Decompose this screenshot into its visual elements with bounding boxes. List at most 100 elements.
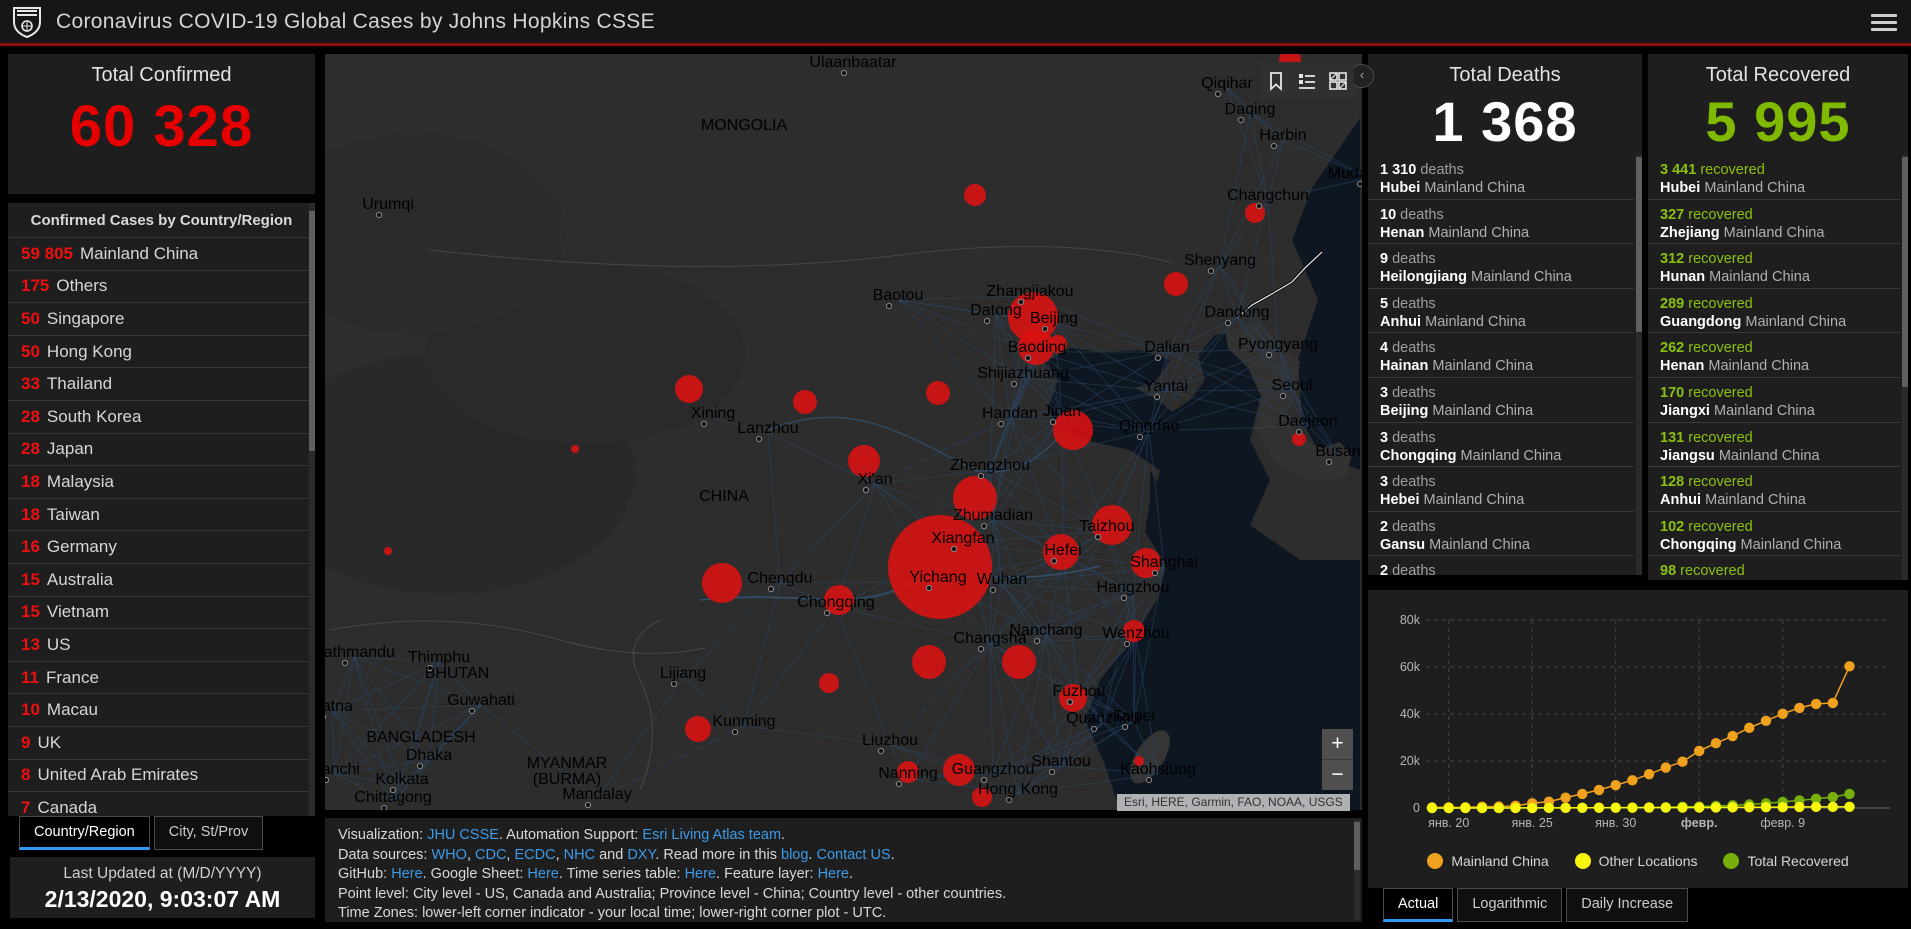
footer-link[interactable]: Here [391, 866, 422, 882]
footer-link[interactable]: WHO [432, 847, 467, 863]
footer-scrollbar[interactable] [1354, 820, 1360, 920]
footer-link[interactable]: Contact US [816, 847, 890, 863]
header: Coronavirus COVID-19 Global Cases by Joh… [0, 0, 1911, 46]
map-zoom-in-button[interactable]: + [1322, 729, 1353, 760]
map-label: Xiangfan [931, 530, 994, 547]
list-item[interactable]: 1 310 deaths Hubei Mainland China [1368, 155, 1634, 200]
footer-link[interactable]: Here [685, 866, 716, 882]
list-item[interactable]: 2 deaths Gansu Mainland China [1368, 512, 1634, 557]
case-bubble [819, 673, 839, 693]
map-label: Changchun [1227, 187, 1309, 204]
map-label: Lijiang [660, 665, 706, 682]
confirmed-row[interactable]: 33 Thailand [8, 367, 315, 400]
confirmed-row[interactable]: 15 Vietnam [8, 596, 315, 629]
map-zoom-out-button[interactable]: − [1322, 760, 1353, 790]
data-point [1694, 802, 1704, 812]
legend-item[interactable]: Total Recovered [1723, 853, 1848, 869]
footer-link[interactable]: Esri Living Atlas team [642, 827, 781, 843]
confirmed-row[interactable]: 13 US [8, 628, 315, 661]
map[interactable]: UlaanbaatarMONGOLIAUrumqiQiqiharDaqingHa… [325, 54, 1362, 810]
confirmed-cases-list-panel: Confirmed Cases by Country/Region 59 805… [8, 203, 315, 816]
list-item[interactable]: 5 deaths Anhui Mainland China [1368, 289, 1634, 334]
list-item[interactable]: 3 deaths Hebei Mainland China [1368, 467, 1634, 512]
confirmed-row[interactable]: 18 Malaysia [8, 465, 315, 498]
data-point [1828, 802, 1838, 812]
footer-link[interactable]: JHU CSSE [427, 827, 499, 843]
list-item[interactable]: 10 deaths Henan Mainland China [1368, 200, 1634, 245]
confirmed-list-title: Confirmed Cases by Country/Region [8, 203, 315, 237]
list-item[interactable]: 9 deaths Heilongjiang Mainland China [1368, 244, 1634, 289]
tab-city-st-prov[interactable]: City, St/Prov [154, 816, 264, 850]
list-item[interactable]: 3 deaths Beijing Mainland China [1368, 378, 1634, 423]
confirmed-row[interactable]: 59 805 Mainland China [8, 237, 315, 270]
confirmed-row[interactable]: 7 Canada [8, 791, 315, 816]
list-item[interactable]: 4 deaths Hainan Mainland China [1368, 333, 1634, 378]
list-item[interactable]: 128 recovered Anhui Mainland China [1648, 467, 1900, 512]
confirmed-row[interactable]: 8 United Arab Emirates [8, 759, 315, 792]
confirmed-row[interactable]: 15 Australia [8, 563, 315, 596]
confirmed-row[interactable]: 28 Japan [8, 433, 315, 466]
data-point [1811, 699, 1821, 709]
list-item[interactable]: 312 recovered Hunan Mainland China [1648, 244, 1900, 289]
data-point [1611, 780, 1621, 790]
svg-text:янв. 25: янв. 25 [1512, 816, 1553, 830]
svg-text:0: 0 [1413, 801, 1420, 815]
confirmed-row[interactable]: 18 Taiwan [8, 498, 315, 531]
data-point [1577, 789, 1587, 799]
legend-item[interactable]: Mainland China [1427, 853, 1548, 869]
confirmed-row[interactable]: 28 South Korea [8, 400, 315, 433]
deaths-list: 1 310 deaths Hubei Mainland China 10 dea… [1368, 155, 1634, 575]
footer-link[interactable]: ECDC [514, 847, 555, 863]
list-item[interactable]: 3 441 recovered Hubei Mainland China [1648, 155, 1900, 200]
tab-country-region[interactable]: Country/Region [19, 816, 150, 850]
case-bubble [685, 716, 711, 742]
chart-tab-actual[interactable]: Actual [1383, 888, 1453, 922]
case-bubble [384, 547, 392, 555]
footer-link[interactable]: NHC [564, 847, 595, 863]
map-label: Kathmandu [325, 644, 395, 661]
footer-link[interactable]: Here [527, 866, 558, 882]
map-label: Ulaanbaatar [809, 54, 897, 71]
footer-link[interactable]: CDC [475, 847, 506, 863]
map-label: Chittagong [354, 789, 431, 806]
footer-link[interactable]: DXY [627, 847, 655, 863]
legend-item[interactable]: Other Locations [1575, 853, 1698, 869]
list-item[interactable]: 2 deaths [1368, 556, 1634, 575]
map-label: Qiqihar [1201, 75, 1253, 92]
region-tabs: Country/RegionCity, St/Prov [19, 816, 263, 850]
recovered-list-scrollbar[interactable] [1902, 155, 1908, 580]
confirmed-row[interactable]: 50 Hong Kong [8, 335, 315, 368]
list-item[interactable]: 170 recovered Jiangxi Mainland China [1648, 378, 1900, 423]
map-label: Nanchang [1010, 622, 1083, 639]
chart-tab-daily-increase[interactable]: Daily Increase [1566, 888, 1688, 922]
hamburger-menu-icon[interactable] [1871, 10, 1897, 32]
basemap-icon[interactable] [1326, 69, 1350, 93]
list-item[interactable]: 3 deaths Chongqing Mainland China [1368, 423, 1634, 468]
map-label: Yichang [909, 569, 966, 586]
confirmed-row[interactable]: 16 Germany [8, 530, 315, 563]
list-item[interactable]: 131 recovered Jiangsu Mainland China [1648, 423, 1900, 468]
list-item[interactable]: 98 recovered [1648, 556, 1900, 580]
list-item[interactable]: 262 recovered Henan Mainland China [1648, 333, 1900, 378]
list-item[interactable]: 102 recovered Chongqing Mainland China [1648, 512, 1900, 557]
confirmed-row[interactable]: 175 Others [8, 270, 315, 303]
confirmed-row[interactable]: 11 France [8, 661, 315, 694]
footer-link[interactable]: blog [781, 847, 808, 863]
footer-link[interactable]: Here [818, 866, 849, 882]
confirmed-row[interactable]: 9 UK [8, 726, 315, 759]
legend-icon[interactable] [1295, 69, 1319, 93]
list-item[interactable]: 327 recovered Zhejiang Mainland China [1648, 200, 1900, 245]
confirmed-row[interactable]: 10 Macau [8, 693, 315, 726]
data-point [1611, 803, 1621, 813]
map-label: Wenzhou [1102, 625, 1169, 642]
confirmed-row[interactable]: 50 Singapore [8, 302, 315, 335]
deaths-list-scrollbar[interactable] [1636, 155, 1642, 575]
chart-tab-logarithmic[interactable]: Logarithmic [1457, 888, 1562, 922]
confirmed-list-scrollbar[interactable] [309, 203, 315, 816]
total-deaths-title: Total Deaths [1368, 54, 1642, 87]
list-item[interactable]: 289 recovered Guangdong Mainland China [1648, 289, 1900, 334]
bookmark-icon[interactable] [1264, 69, 1288, 93]
map-label: Zhumadian [953, 507, 1033, 524]
page-title: Coronavirus COVID-19 Global Cases by Joh… [56, 10, 655, 34]
map-label: Shijiazhuang [977, 365, 1069, 382]
